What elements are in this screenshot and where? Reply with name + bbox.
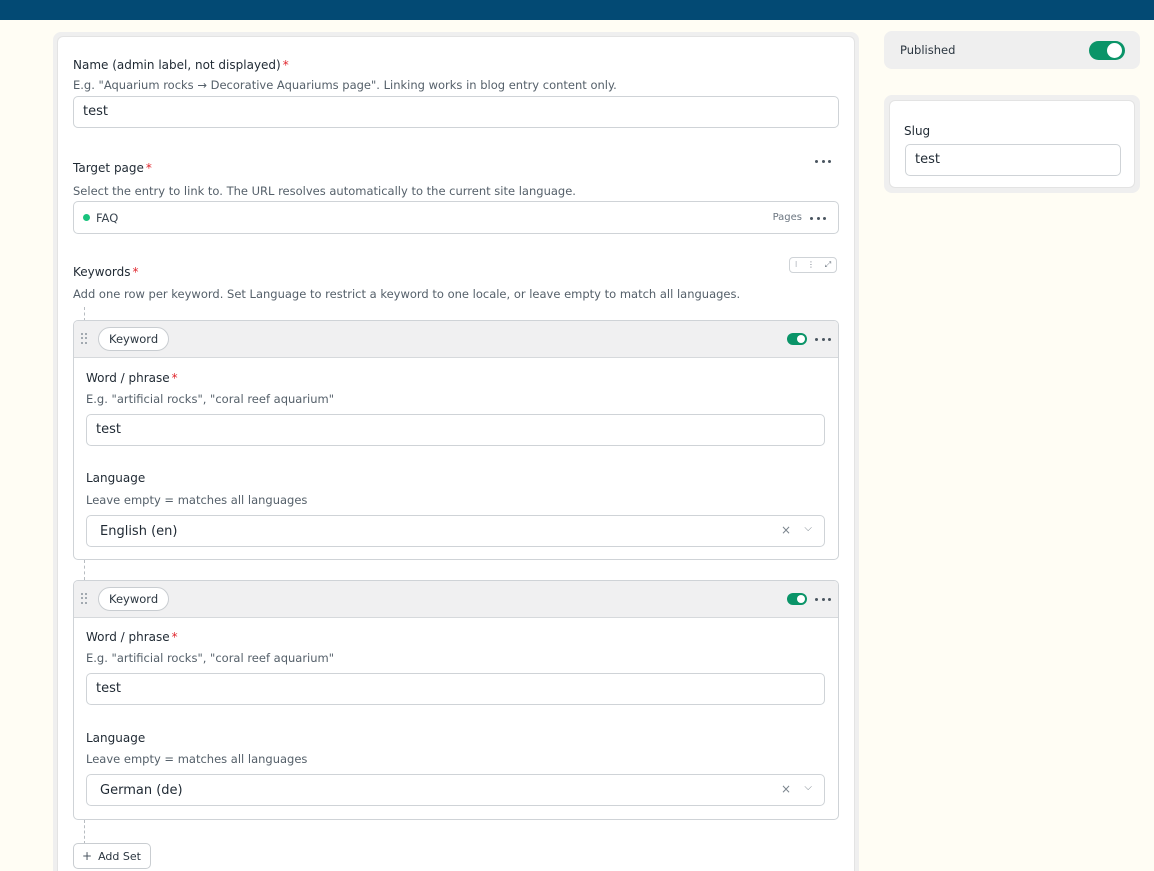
- required-mark: *: [132, 265, 139, 279]
- top-bar: [0, 0, 1154, 20]
- set-connector-line: [84, 307, 85, 321]
- plus-icon: +: [82, 849, 93, 863]
- word-label: Word / phrase *: [86, 371, 178, 385]
- keyword-set-header: Keyword: [74, 321, 838, 358]
- language-help: Leave empty = matches all languages: [86, 752, 308, 766]
- published-panel: Published: [884, 31, 1140, 69]
- set-options-icon[interactable]: [815, 333, 831, 345]
- target-page-options-icon[interactable]: [815, 155, 831, 167]
- chevron-down-icon[interactable]: ⌵: [804, 523, 812, 534]
- slug-panel: Slug test: [884, 95, 1140, 193]
- name-field-label: Name (admin label, not displayed) *: [73, 58, 289, 72]
- published-toggle[interactable]: [1089, 41, 1125, 60]
- required-mark: *: [145, 161, 152, 175]
- keyword-set: Keyword Word / phrase * E.g. "artificial …: [73, 580, 839, 820]
- required-mark: *: [171, 630, 178, 644]
- word-help: E.g. "artificial rocks", "coral reef aqu…: [86, 392, 335, 406]
- language-help: Leave empty = matches all languages: [86, 493, 308, 507]
- entry-form: Name (admin label, not displayed) * E.g. …: [57, 36, 855, 871]
- language-value: English (en): [100, 524, 178, 539]
- word-label: Word / phrase *: [86, 630, 178, 644]
- language-select[interactable]: German (de) × ⌵: [86, 774, 825, 806]
- set-enabled-toggle[interactable]: [787, 593, 807, 605]
- target-page-label: Target page *: [73, 161, 152, 175]
- keywords-toolbar: ⁝ ⋮ ⤢: [789, 257, 837, 273]
- keyword-set-header: Keyword: [74, 581, 838, 618]
- drag-handle-icon[interactable]: [81, 333, 88, 345]
- fullscreen-icon[interactable]: ⤢: [825, 258, 831, 272]
- entry-options-icon[interactable]: [810, 212, 826, 224]
- set-type-label: Keyword: [98, 587, 170, 611]
- target-page-entry[interactable]: FAQ Pages: [73, 201, 839, 234]
- add-set-button[interactable]: + Add Set: [73, 843, 151, 869]
- set-enabled-toggle[interactable]: [787, 333, 807, 345]
- main-panel: Name (admin label, not displayed) * E.g. …: [53, 32, 859, 871]
- name-input[interactable]: test: [73, 96, 839, 128]
- clear-icon[interactable]: ×: [781, 523, 791, 537]
- drag-handle-icon[interactable]: [81, 593, 88, 605]
- published-label: Published: [900, 43, 956, 57]
- set-connector-line: [84, 820, 85, 844]
- language-label: Language: [86, 731, 146, 745]
- keywords-help: Add one row per keyword. Set Language to…: [73, 287, 741, 301]
- language-value: German (de): [100, 783, 183, 798]
- collapse-icon[interactable]: ⁝: [795, 258, 798, 272]
- target-page-help: Select the entry to link to. The URL res…: [73, 184, 576, 198]
- name-field-help: E.g. "Aquarium rocks → Decorative Aquari…: [73, 78, 617, 92]
- required-mark: *: [282, 58, 289, 72]
- required-mark: *: [171, 371, 178, 385]
- entry-title-link[interactable]: FAQ: [96, 211, 118, 225]
- slug-card: Slug test: [889, 100, 1135, 188]
- slug-input[interactable]: test: [905, 144, 1121, 176]
- entry-collection-label: Pages: [772, 212, 802, 223]
- word-input[interactable]: test: [86, 414, 825, 446]
- set-type-label: Keyword: [98, 327, 170, 351]
- keywords-label: Keywords *: [73, 265, 139, 279]
- set-connector-line: [84, 560, 85, 580]
- expand-icon[interactable]: ⋮: [807, 258, 815, 272]
- clear-icon[interactable]: ×: [781, 782, 791, 796]
- slug-label: Slug: [904, 124, 931, 138]
- language-select[interactable]: English (en) × ⌵: [86, 515, 825, 547]
- published-status-dot-icon: [83, 214, 90, 221]
- word-input[interactable]: test: [86, 673, 825, 705]
- chevron-down-icon[interactable]: ⌵: [804, 782, 812, 793]
- set-options-icon[interactable]: [815, 593, 831, 605]
- keyword-set: Keyword Word / phrase * E.g. "artificial …: [73, 320, 839, 560]
- word-help: E.g. "artificial rocks", "coral reef aqu…: [86, 651, 335, 665]
- language-label: Language: [86, 471, 146, 485]
